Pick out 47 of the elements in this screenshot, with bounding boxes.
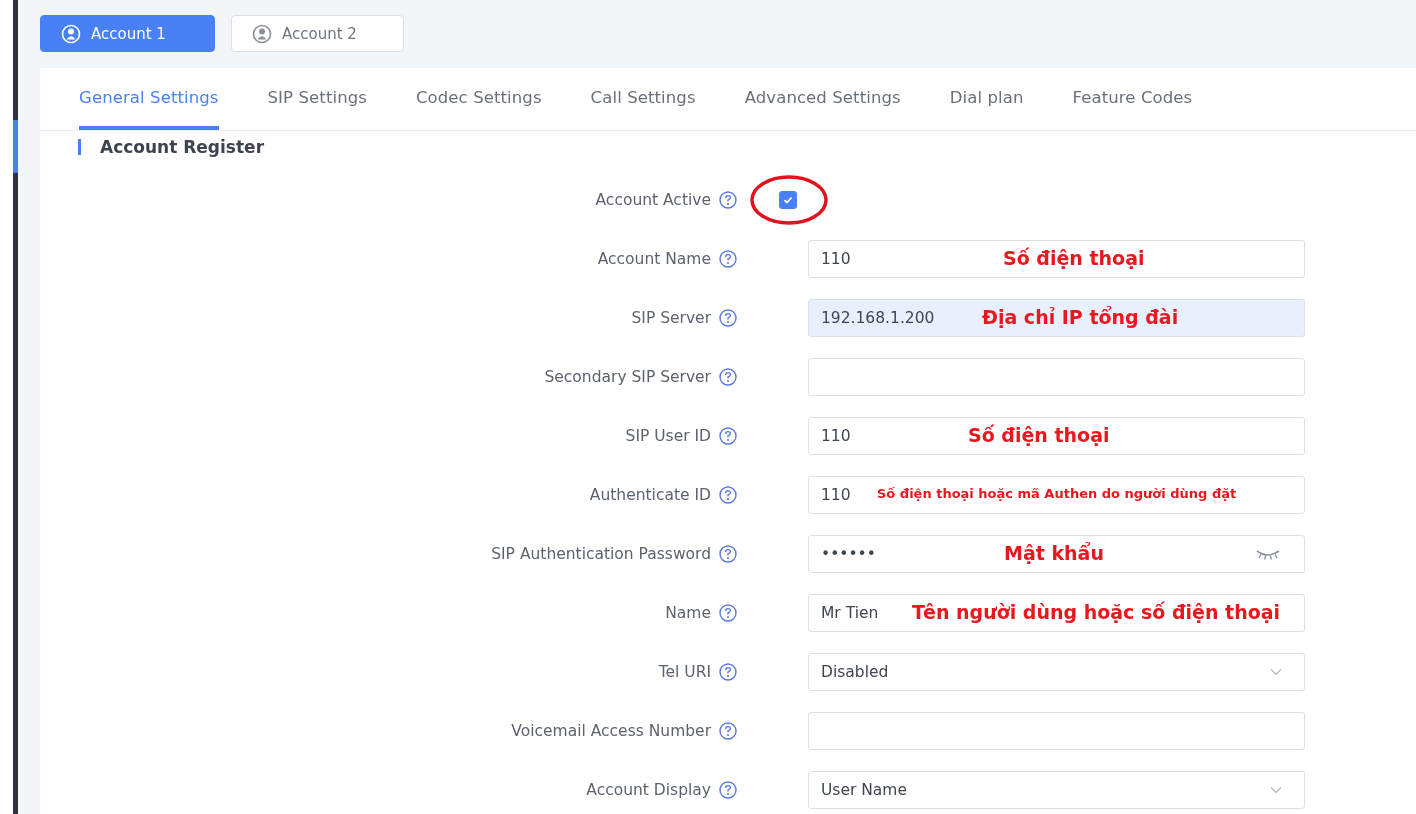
settings-tab[interactable]: Advanced Settings — [744, 68, 901, 130]
section-title: Account Register — [100, 137, 264, 157]
account-tab[interactable]: Account 1 — [40, 15, 215, 52]
select-field[interactable]: User Name — [808, 770, 1305, 809]
annotation-text: Số điện thoại — [968, 423, 1110, 446]
help-icon — [718, 720, 738, 741]
field-label: Authenticate ID — [589, 485, 711, 504]
help-icon — [718, 602, 738, 623]
account-tab[interactable]: Account 2 — [231, 15, 404, 52]
help-icon — [718, 661, 738, 682]
annotation-text: Tên người dùng hoặc số điện thoại — [912, 600, 1281, 623]
settings-tab[interactable]: Call Settings — [590, 68, 696, 130]
field-label: Account Active — [595, 190, 711, 209]
annotation-text: Số điện thoại hoặc mã Authen do người dùng đặt — [877, 485, 1237, 501]
annotation-text: Số điện thoại — [1003, 246, 1145, 269]
annotation-text: Mật khẩu — [1004, 541, 1104, 564]
field-label: Account Name — [597, 249, 711, 268]
field-label: Tel URI — [658, 662, 711, 681]
field-label: SIP User ID — [625, 426, 711, 445]
settings-tab[interactable]: Dial plan — [949, 68, 1024, 130]
input-field[interactable] — [808, 711, 1305, 750]
field-label: Voicemail Access Number — [511, 721, 711, 740]
field-label: Account Display — [586, 780, 711, 799]
settings-tab[interactable]: Codec Settings — [415, 68, 542, 130]
caret-icon — [1270, 667, 1282, 676]
settings-tab[interactable]: Feature Codes — [1072, 68, 1193, 130]
field-label: Secondary SIP Server — [544, 367, 711, 386]
settings-tab[interactable]: SIP Settings — [267, 68, 367, 130]
user-icon — [61, 23, 81, 44]
help-icon — [718, 189, 738, 210]
input-field[interactable] — [808, 357, 1305, 396]
settings-tab[interactable]: General Settings — [79, 68, 219, 130]
field-label: SIP Server — [631, 308, 711, 327]
checkbox[interactable] — [779, 190, 797, 209]
help-icon — [718, 366, 738, 387]
help-icon — [718, 543, 738, 564]
help-icon — [718, 779, 738, 800]
annotation-text: Địa chỉ IP tổng đài — [982, 305, 1179, 328]
help-icon — [718, 425, 738, 446]
help-icon — [718, 248, 738, 269]
field-label: Name — [665, 603, 711, 622]
help-icon — [718, 307, 738, 328]
help-icon — [718, 484, 738, 505]
select-field[interactable]: Disabled — [808, 652, 1305, 691]
user-icon — [252, 23, 272, 44]
field-label: SIP Authentication Password — [491, 544, 711, 563]
caret-icon — [1270, 785, 1282, 794]
